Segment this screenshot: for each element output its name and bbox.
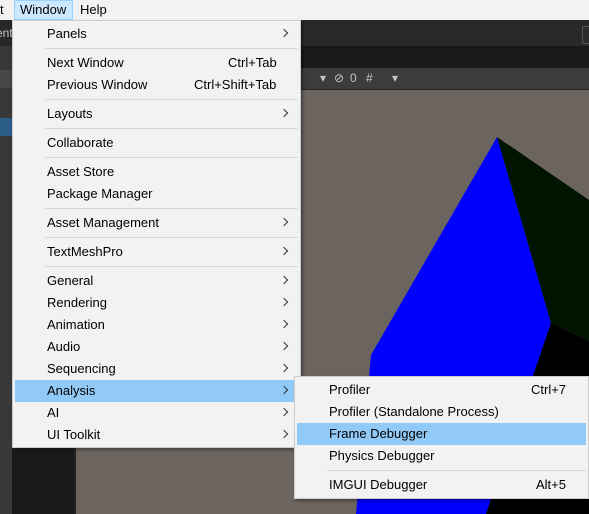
menu-item-label: Asset Management: [47, 215, 160, 230]
chevron-right-icon: [279, 385, 289, 395]
submenu-item-frame-debugger[interactable]: Frame Debugger: [297, 423, 586, 445]
menu-item-label: Profiler: [329, 382, 371, 397]
menu-item-label: Profiler (Standalone Process): [329, 404, 499, 419]
menu-item-label: Frame Debugger: [329, 426, 428, 441]
menu-item-ai[interactable]: AI: [15, 402, 298, 424]
menu-separator: [45, 99, 298, 100]
chevron-right-icon: [279, 363, 289, 373]
menu-item-previous-window[interactable]: Previous Window Ctrl+Shift+Tab: [15, 74, 298, 96]
window-options-button[interactable]: [582, 26, 589, 44]
menu-item-label: Animation: [47, 317, 105, 332]
menu-item-label: UI Toolkit: [47, 427, 101, 442]
analysis-submenu: Profiler Ctrl+7 Profiler (Standalone Pro…: [294, 376, 589, 499]
menu-item-collaborate[interactable]: Collaborate: [15, 132, 298, 154]
submenu-item-profiler[interactable]: Profiler Ctrl+7: [297, 379, 586, 401]
menu-window[interactable]: Window: [14, 0, 73, 20]
menu-item-shortcut: Alt+5: [536, 477, 566, 492]
menu-item-ui-toolkit[interactable]: UI Toolkit: [15, 424, 298, 446]
chevron-right-icon: [279, 407, 289, 417]
menu-item-label: Package Manager: [47, 186, 153, 201]
menu-item-label: Physics Debugger: [329, 448, 435, 463]
menu-item-asset-management[interactable]: Asset Management: [15, 212, 298, 234]
chevron-right-icon: [279, 28, 289, 38]
grid-dropdown-icon[interactable]: ▾: [392, 70, 398, 87]
scene-toolbar: ▾ ⊘ 0 # ▾: [298, 68, 589, 90]
chevron-right-icon: [279, 341, 289, 351]
menu-item-sequencing[interactable]: Sequencing: [15, 358, 298, 380]
menu-help[interactable]: Help: [75, 0, 112, 20]
menu-item-label: Sequencing: [47, 361, 116, 376]
chevron-right-icon: [279, 217, 289, 227]
chevron-right-icon: [279, 108, 289, 118]
menu-separator: [45, 237, 298, 238]
menu-bar: t Window Help: [0, 0, 589, 21]
menu-item-label: Previous Window: [47, 77, 148, 92]
menu-item-label: IMGUI Debugger: [329, 477, 428, 492]
menu-item-shortcut: Ctrl+Shift+Tab: [194, 77, 277, 92]
tab-label-partial[interactable]: ent: [0, 26, 13, 40]
menu-item-layouts[interactable]: Layouts: [15, 103, 298, 125]
menu-item-shortcut: Ctrl+7: [531, 382, 567, 397]
menu-item-label: AI: [47, 405, 60, 420]
chevron-right-icon: [279, 246, 289, 256]
menu-item-label: Audio: [47, 339, 81, 354]
menu-item-analysis[interactable]: Analysis: [15, 380, 298, 402]
submenu-item-physics-debugger[interactable]: Physics Debugger: [297, 445, 586, 467]
menu-item-label: Analysis: [47, 383, 96, 398]
submenu-item-profiler-standalone[interactable]: Profiler (Standalone Process): [297, 401, 586, 423]
menu-item-label: Panels: [47, 26, 87, 41]
hierarchy-panel-strip: [0, 46, 12, 514]
menu-separator: [45, 208, 298, 209]
menu-item-textmeshpro[interactable]: TextMeshPro: [15, 241, 298, 263]
menu-item-package-manager[interactable]: Package Manager: [15, 183, 298, 205]
menu-item-label: TextMeshPro: [47, 244, 123, 259]
menu-item-label: Collaborate: [47, 135, 114, 150]
hidden-objects-count: 0: [350, 71, 357, 85]
menu-separator: [327, 470, 586, 471]
chevron-right-icon: [279, 275, 289, 285]
chevron-right-icon: [279, 429, 289, 439]
hidden-objects-icon[interactable]: ⊘: [334, 70, 344, 87]
dropdown-arrow-icon[interactable]: ▾: [320, 70, 326, 87]
menu-item-label: Asset Store: [47, 164, 115, 179]
menu-item-animation[interactable]: Animation: [15, 314, 298, 336]
menu-item-next-window[interactable]: Next Window Ctrl+Tab: [15, 52, 298, 74]
menu-item-label: Rendering: [47, 295, 107, 310]
hierarchy-row-selected[interactable]: [0, 118, 12, 136]
menu-item-audio[interactable]: Audio: [15, 336, 298, 358]
submenu-item-imgui-debugger[interactable]: IMGUI Debugger Alt+5: [297, 474, 586, 496]
menu-separator: [45, 48, 298, 49]
grid-icon[interactable]: #: [366, 70, 373, 87]
menu-edit-partial[interactable]: t: [0, 0, 9, 20]
menu-item-asset-store[interactable]: Asset Store: [15, 161, 298, 183]
hierarchy-row[interactable]: [0, 70, 12, 88]
menu-separator: [45, 128, 298, 129]
menu-separator: [45, 266, 298, 267]
menu-item-label: Next Window: [47, 55, 124, 70]
chevron-right-icon: [279, 319, 289, 329]
menu-item-panels[interactable]: Panels: [15, 23, 298, 45]
menu-item-shortcut: Ctrl+Tab: [228, 55, 277, 70]
menu-item-label: General: [47, 273, 94, 288]
menu-item-rendering[interactable]: Rendering: [15, 292, 298, 314]
chevron-right-icon: [279, 297, 289, 307]
menu-item-general[interactable]: General: [15, 270, 298, 292]
menu-item-label: Layouts: [47, 106, 93, 121]
menu-separator: [45, 157, 298, 158]
window-menu: Panels Next Window Ctrl+Tab Previous Win…: [12, 20, 301, 448]
